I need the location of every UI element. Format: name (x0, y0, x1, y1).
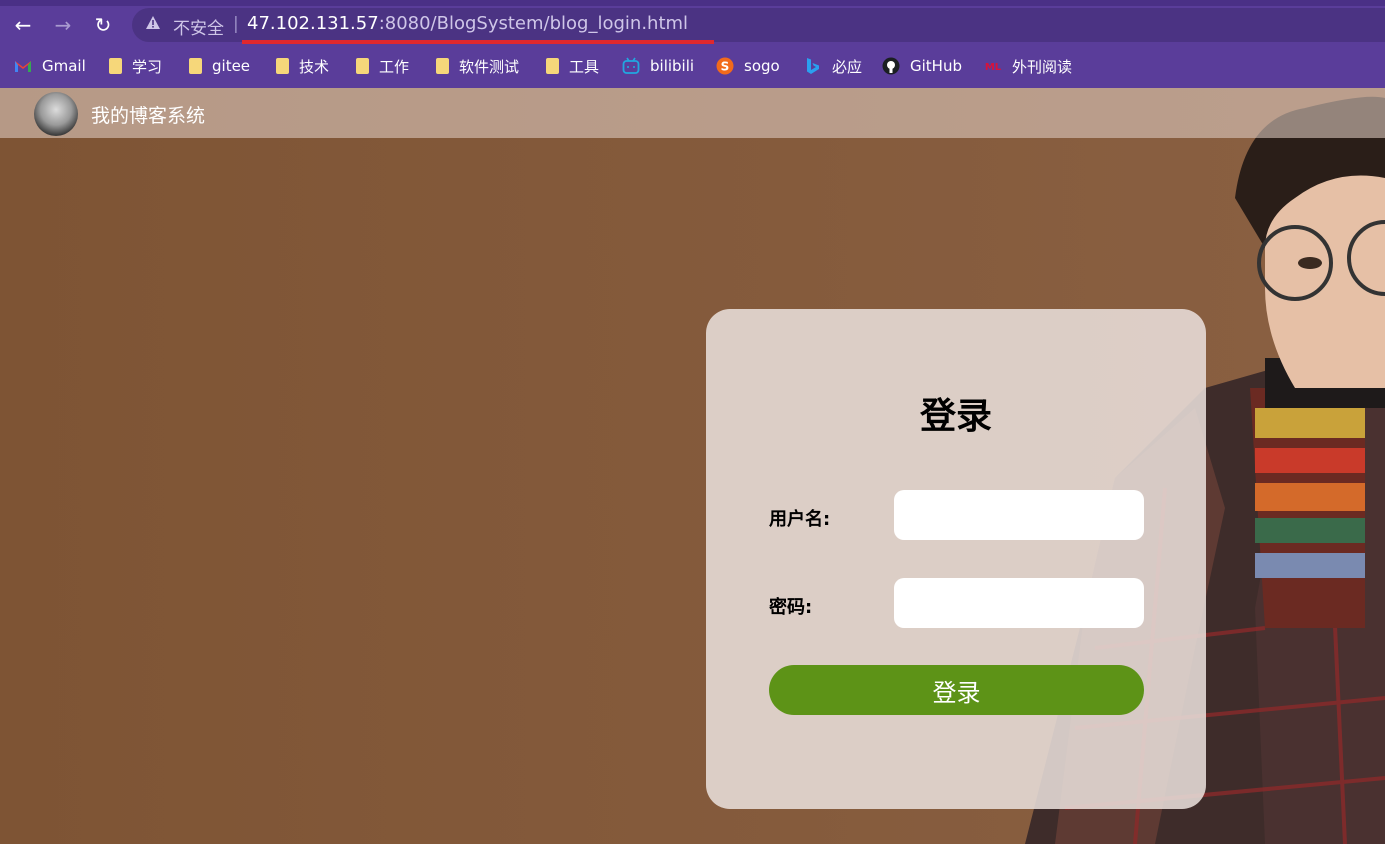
url-underline (242, 40, 714, 44)
reload-button[interactable]: ↻ (90, 12, 116, 38)
bookmark-folder-testing[interactable]: 软件测试 (436, 54, 519, 78)
folder-icon (356, 58, 369, 74)
bookmark-bilibili[interactable]: bilibili (622, 54, 694, 78)
folder-icon (109, 58, 122, 74)
bookmark-label: 学习 (132, 57, 163, 76)
bookmark-label: 工具 (569, 57, 600, 76)
login-card: 登录 用户名: 密码: 登录 (706, 309, 1206, 809)
address-separator: | (233, 14, 239, 34)
bookmark-folder-tools[interactable]: 工具 (546, 54, 599, 78)
gmail-icon (15, 61, 31, 72)
folder-icon (276, 58, 289, 74)
bookmark-label: 工作 (379, 57, 410, 76)
svg-text:ML: ML (985, 62, 1002, 73)
svg-text:S: S (721, 60, 730, 74)
url-text[interactable]: 47.102.131.57:8080/BlogSystem/blog_login… (247, 13, 688, 34)
username-input[interactable] (894, 490, 1144, 540)
warning-icon[interactable] (145, 15, 161, 31)
url-host: 47.102.131.57 (247, 13, 379, 34)
bookmark-label: GitHub (910, 57, 962, 75)
login-title: 登录 (919, 396, 992, 437)
url-path: :8080/BlogSystem/blog_login.html (378, 13, 689, 34)
bing-icon (807, 58, 819, 74)
bookmark-folder-work[interactable]: 工作 (356, 54, 409, 78)
password-input[interactable] (894, 578, 1144, 628)
bookmark-label: 技术 (299, 57, 330, 76)
password-label: 密码: (769, 597, 813, 618)
bookmark-label: 外刊阅读 (1012, 57, 1073, 76)
folder-icon (189, 58, 202, 74)
bookmark-waikan[interactable]: ML 外刊阅读 (984, 54, 1072, 78)
sogo-icon: S (716, 57, 734, 75)
back-button[interactable]: ← (10, 12, 36, 38)
bookmark-folder-tech[interactable]: 技术 (276, 54, 329, 78)
page-body: 我的博客系统 登录 用户名: 密码: 登录 (0, 88, 1385, 844)
bookmark-github[interactable]: GitHub (882, 54, 962, 78)
folder-icon (546, 58, 559, 74)
bookmark-folder-study[interactable]: 学习 (109, 54, 162, 78)
bookmarks-bar: Gmail 学习 gitee 技术 工作 软件测试 工具 bilibili S … (0, 50, 1385, 82)
avatar[interactable] (34, 92, 78, 136)
bookmark-label: 软件测试 (459, 57, 520, 76)
security-status[interactable]: 不安全 (173, 14, 224, 39)
bookmark-gmail[interactable]: Gmail (14, 54, 86, 78)
bookmark-bing[interactable]: 必应 (804, 54, 862, 78)
site-title[interactable]: 我的博客系统 (91, 101, 205, 128)
bookmark-sogo[interactable]: S sogo (716, 54, 780, 78)
login-submit-button[interactable]: 登录 (769, 665, 1144, 715)
folder-icon (436, 58, 449, 74)
forward-button[interactable]: → (50, 12, 76, 38)
bookmark-label: bilibili (650, 57, 695, 75)
bookmark-label: sogo (744, 57, 780, 75)
browser-chrome: ← → ↻ 不安全 | 47.102.131.57:8080/BlogSyste… (0, 0, 1385, 88)
bookmark-folder-gitee[interactable]: gitee (189, 54, 250, 78)
site-header: 我的博客系统 (0, 88, 1385, 138)
bookmark-label: Gmail (42, 57, 86, 75)
tab-strip (0, 0, 1385, 6)
github-icon (882, 57, 900, 75)
bookmark-label: gitee (212, 57, 251, 75)
bookmark-label: 必应 (832, 57, 863, 76)
ml-icon: ML (985, 62, 1002, 73)
bilibili-icon (622, 57, 640, 74)
username-label: 用户名: (769, 509, 831, 530)
